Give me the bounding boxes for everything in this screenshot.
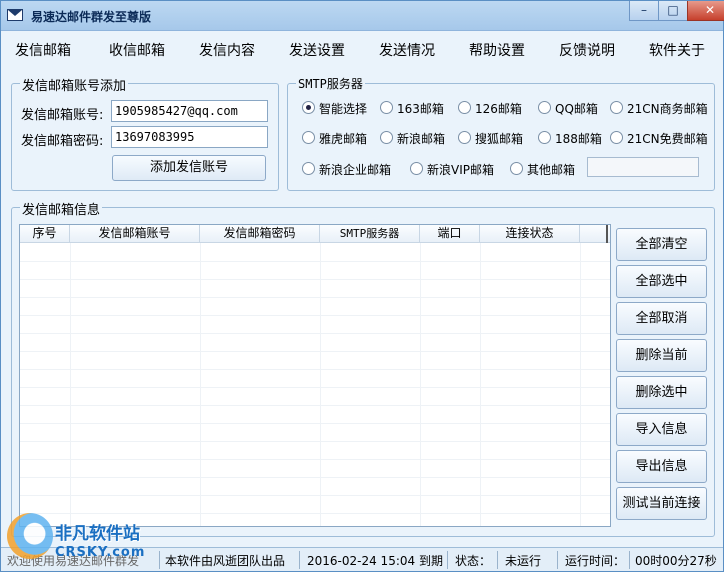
radio-icon <box>410 162 423 175</box>
col-port[interactable]: 端口 <box>420 225 480 243</box>
watermark-cn: 非凡软件站 <box>55 524 140 544</box>
menu-receive-mailbox[interactable]: 收信邮箱 <box>109 40 165 60</box>
col-password[interactable]: 发信邮箱密码 <box>200 225 320 243</box>
menu-help-settings[interactable]: 帮助设置 <box>469 40 525 60</box>
mail-icon <box>7 9 23 21</box>
radio-icon <box>458 101 471 114</box>
add-account-button[interactable]: 添加发信账号 <box>112 155 266 181</box>
radio-icon <box>538 101 551 114</box>
password-input[interactable]: 13697083995 <box>111 126 268 148</box>
import-button[interactable]: 导入信息 <box>616 413 707 446</box>
status-expire: 2016-02-24 15:04 到期 <box>307 554 443 568</box>
delete-selected-button[interactable]: 删除选中 <box>616 376 707 409</box>
radio-icon <box>302 162 315 175</box>
status-author: 本软件由风逝团队出品 <box>165 554 286 568</box>
watermark: 非凡软件站 CRSKY.com <box>3 511 163 571</box>
crsky-logo-icon <box>7 513 53 559</box>
col-extra <box>580 225 608 243</box>
radio-icon <box>380 131 393 144</box>
info-legend: 发信邮箱信息 <box>20 199 103 218</box>
col-index[interactable]: 序号 <box>20 225 70 243</box>
col-smtp[interactable]: SMTP服务器 <box>320 225 420 243</box>
minimize-button[interactable]: – <box>629 1 659 21</box>
export-button[interactable]: 导出信息 <box>616 450 707 483</box>
status-state-value: 未运行 <box>505 554 542 568</box>
close-button[interactable]: ✕ <box>687 1 724 21</box>
radio-icon <box>510 162 523 175</box>
radio-icon <box>610 131 623 144</box>
status-runtime-value: 00时00分27秒 <box>635 554 717 568</box>
radio-icon <box>538 131 551 144</box>
smtp-group: SMTP服务器 智能选择 163邮箱 126邮箱 QQ邮箱 21CN商务邮箱 雅… <box>287 75 715 191</box>
menu-about[interactable]: 软件关于 <box>649 40 705 60</box>
accounts-table[interactable]: 序号 发信邮箱账号 发信邮箱密码 SMTP服务器 端口 连接状态 <box>19 224 611 527</box>
menu-send-status[interactable]: 发送情况 <box>379 40 435 60</box>
account-legend: 发信邮箱账号添加 <box>20 75 129 94</box>
delete-current-button[interactable]: 删除当前 <box>616 339 707 372</box>
email-label: 发信邮箱账号: <box>21 108 104 123</box>
radio-selected-icon <box>302 101 315 114</box>
other-smtp-input[interactable] <box>587 157 699 177</box>
account-group: 发信邮箱账号添加 发信邮箱账号: 1905985427@qq.com 发信邮箱密… <box>11 75 279 191</box>
menu-bar: 发信邮箱 收信邮箱 发信内容 发送设置 发送情况 帮助设置 反馈说明 软件关于 <box>1 32 723 66</box>
main-window: 易速达邮件群发至尊版 – □ ✕ 发信邮箱 收信邮箱 发信内容 发送设置 发送情… <box>0 0 724 572</box>
title-bar[interactable]: 易速达邮件群发至尊版 – □ ✕ <box>1 1 724 31</box>
radio-icon <box>302 131 315 144</box>
maximize-button[interactable]: □ <box>658 1 688 21</box>
col-status[interactable]: 连接状态 <box>480 225 580 243</box>
test-connection-button[interactable]: 测试当前连接 <box>616 487 707 520</box>
select-all-button[interactable]: 全部选中 <box>616 265 707 298</box>
radio-icon <box>458 131 471 144</box>
smtp-legend: SMTP服务器 <box>296 75 365 92</box>
menu-send-mailbox[interactable]: 发信邮箱 <box>15 40 71 60</box>
window-title: 易速达邮件群发至尊版 <box>31 10 152 24</box>
status-state-label: 状态： <box>455 554 492 568</box>
menu-send-settings[interactable]: 发送设置 <box>289 40 345 60</box>
clear-all-button[interactable]: 全部清空 <box>616 228 707 261</box>
watermark-en: CRSKY.com <box>55 545 146 560</box>
col-email[interactable]: 发信邮箱账号 <box>70 225 200 243</box>
password-label: 发信邮箱密码: <box>21 134 104 149</box>
radio-icon <box>380 101 393 114</box>
radio-icon <box>610 101 623 114</box>
email-input[interactable]: 1905985427@qq.com <box>111 100 268 122</box>
table-header: 序号 发信邮箱账号 发信邮箱密码 SMTP服务器 端口 连接状态 <box>20 225 610 243</box>
menu-send-content[interactable]: 发信内容 <box>199 40 255 60</box>
deselect-all-button[interactable]: 全部取消 <box>616 302 707 335</box>
status-runtime-label: 运行时间： <box>565 554 626 568</box>
menu-feedback[interactable]: 反馈说明 <box>559 40 615 60</box>
